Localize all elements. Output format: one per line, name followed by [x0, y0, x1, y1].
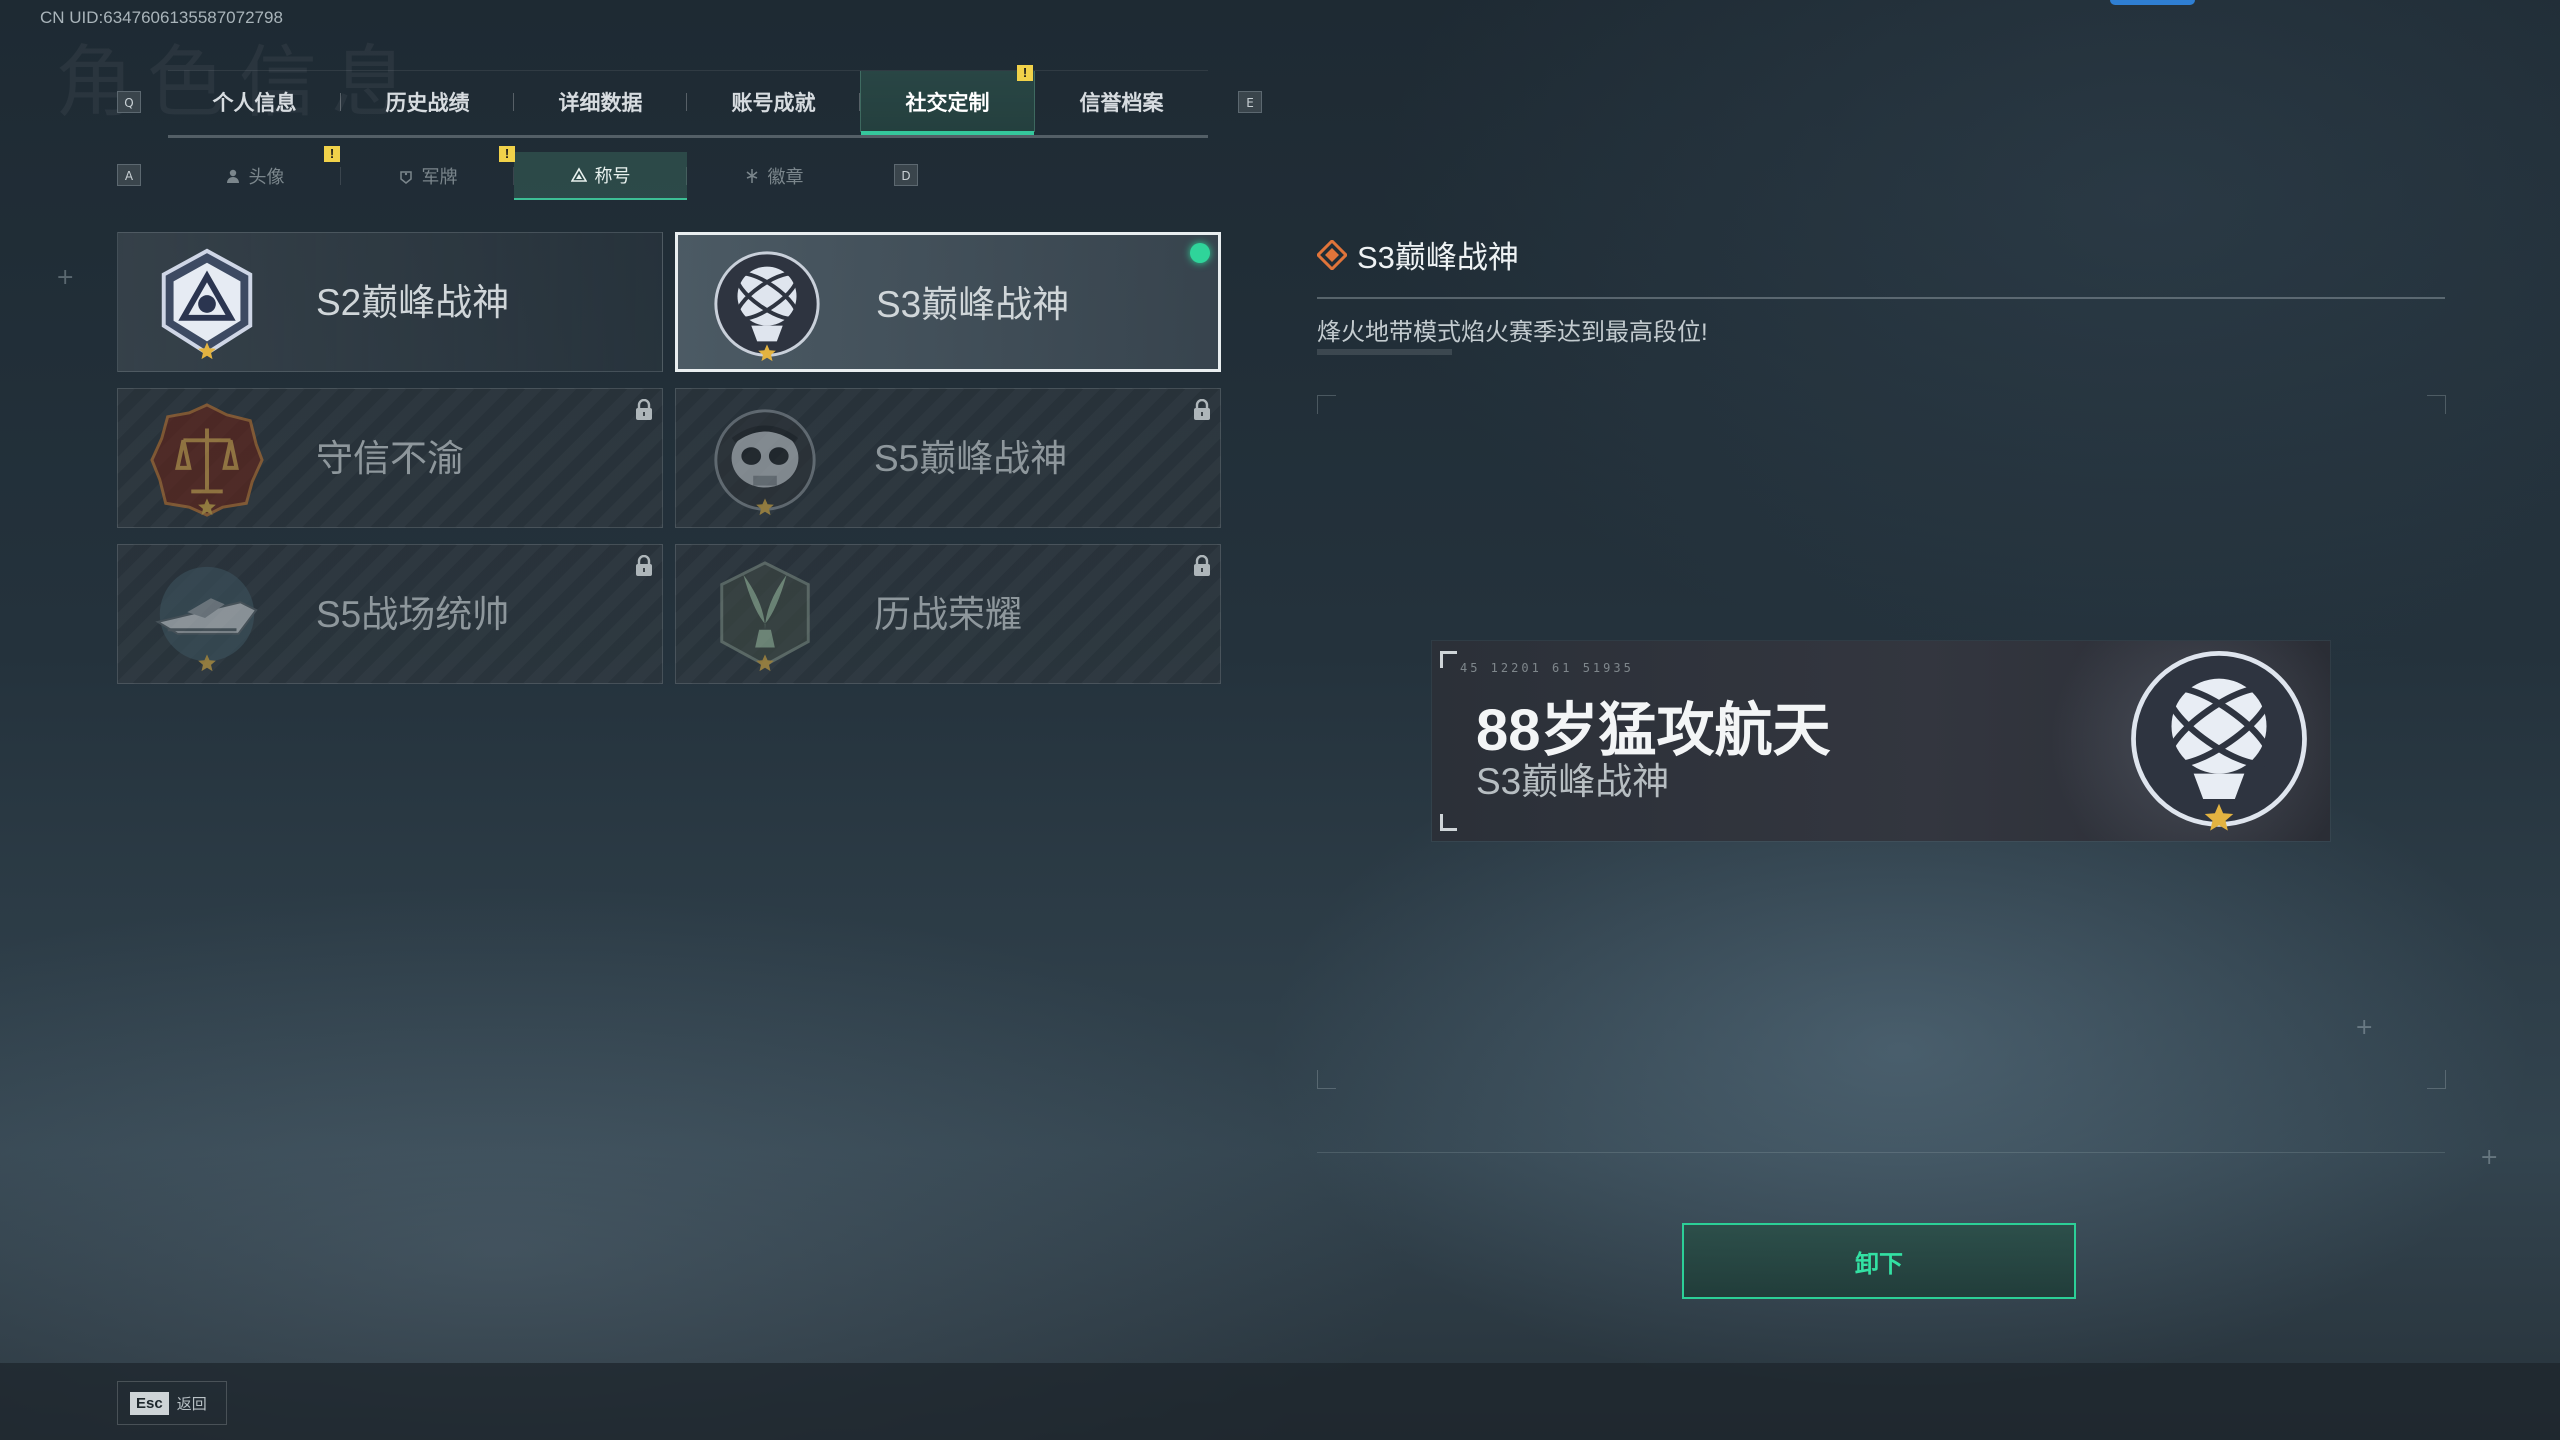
tab-personal-info[interactable]: 个人信息 — [168, 71, 341, 132]
unequip-button[interactable]: 卸下 — [1682, 1223, 2076, 1299]
crosshair-mark: + — [2480, 1145, 2499, 1170]
tab-label: 账号成就 — [731, 91, 816, 115]
tab-label: 信誉档案 — [1079, 91, 1164, 115]
frame-corner — [1317, 1070, 1336, 1089]
title-card-locked[interactable]: 守信不渝 — [117, 388, 663, 528]
notification-badge: ! — [499, 146, 515, 162]
key-hint-q: Q — [117, 91, 141, 113]
s3-peak-emblem-icon — [714, 251, 820, 362]
esc-key: Esc — [130, 1391, 169, 1415]
notification-badge: ! — [1017, 65, 1033, 81]
frame-corner — [1317, 395, 1336, 414]
divider — [1317, 1152, 2445, 1153]
tab-label: 历史战绩 — [385, 91, 470, 115]
title-card-locked[interactable]: S5巅峰战神 — [675, 388, 1221, 528]
tab-label: 个人信息 — [212, 91, 297, 115]
subtab-label: 军牌 — [421, 167, 458, 187]
title-name: S2巅峰战神 — [316, 282, 510, 323]
back-button[interactable]: Esc 返回 — [117, 1381, 227, 1425]
top-indicator — [2110, 0, 2195, 5]
title-card-locked[interactable]: 历战荣耀 — [675, 544, 1221, 684]
title-name: S5巅峰战神 — [874, 438, 1068, 479]
tab-social-custom[interactable]: 社交定制 — [860, 71, 1035, 135]
boat-emblem-icon — [155, 566, 258, 672]
detail-title: S3巅峰战神 — [1357, 240, 1519, 275]
detail-description: 烽火地带模式焰火赛季达到最高段位! — [1317, 319, 1708, 346]
subtab-label: 称号 — [594, 166, 631, 186]
tab-detailed-data[interactable]: 详细数据 — [514, 71, 687, 132]
tab-achievements[interactable]: 账号成就 — [687, 71, 860, 132]
lock-icon — [634, 555, 654, 577]
dogtag-icon — [399, 171, 412, 184]
title-card[interactable]: S2巅峰战神 — [117, 232, 663, 372]
tab-history[interactable]: 历史战绩 — [341, 71, 514, 132]
title-name: S3巅峰战神 — [876, 284, 1070, 325]
title-type-icon — [1317, 239, 1347, 270]
title-name: 守信不渝 — [316, 438, 464, 479]
s3-peak-emblem-icon — [2131, 650, 2307, 831]
subtab-badge[interactable]: 徽章 — [687, 152, 860, 200]
bottom-bar — [0, 1363, 2560, 1440]
skull-emblem-icon — [714, 409, 816, 516]
nameplate-title: S3巅峰战神 — [1476, 761, 1670, 802]
subtab-label: 徽章 — [767, 167, 804, 187]
trophy-emblem-icon — [720, 561, 810, 672]
frame-corner — [2427, 395, 2446, 414]
frame-corner — [2427, 1070, 2446, 1089]
subtab-label: 头像 — [248, 167, 285, 187]
title-name: S5战场统帅 — [316, 594, 510, 635]
lock-icon — [1192, 555, 1212, 577]
lock-icon — [1192, 399, 1212, 421]
badge-icon — [746, 169, 757, 183]
title-icon — [570, 167, 587, 182]
notification-badge: ! — [324, 146, 340, 162]
title-card-selected[interactable]: S3巅峰战神 — [675, 232, 1221, 372]
equipped-indicator — [1190, 243, 1210, 263]
nameplate-preview: 45 12201 61 51935 88岁猛攻航天 S3巅峰战神 — [1432, 641, 2330, 841]
title-name: 历战荣耀 — [874, 594, 1022, 635]
key-hint-a: A — [117, 164, 141, 186]
subtab-avatar[interactable]: 头像 — [168, 152, 341, 200]
nameplate-code: 45 12201 61 51935 — [1460, 661, 1634, 675]
divider — [1317, 297, 2445, 299]
key-hint-d: D — [894, 164, 918, 186]
subtab-dogtag[interactable]: 军牌 — [341, 152, 514, 200]
tab-credit-record[interactable]: 信誉档案 — [1035, 71, 1208, 132]
s2-peak-emblem-icon — [161, 248, 253, 360]
subtab-title[interactable]: 称号 — [514, 152, 687, 200]
lock-icon — [634, 399, 654, 421]
person-icon — [226, 169, 239, 183]
main-tab-bar: 个人信息 历史战绩 详细数据 账号成就 社交定制 信誉档案 — [168, 70, 1208, 138]
detail-header: S3巅峰战神 — [1317, 232, 1519, 277]
scales-emblem-icon — [150, 403, 264, 517]
tab-label: 社交定制 — [905, 91, 990, 115]
tab-label: 详细数据 — [558, 91, 643, 115]
crosshair-mark: + — [56, 265, 75, 290]
decorative-bar — [1317, 349, 1452, 355]
crosshair-mark: + — [2355, 1015, 2374, 1040]
title-card-locked[interactable]: S5战场统帅 — [117, 544, 663, 684]
key-hint-e: E — [1238, 91, 1262, 113]
back-label: 返回 — [176, 1395, 207, 1413]
